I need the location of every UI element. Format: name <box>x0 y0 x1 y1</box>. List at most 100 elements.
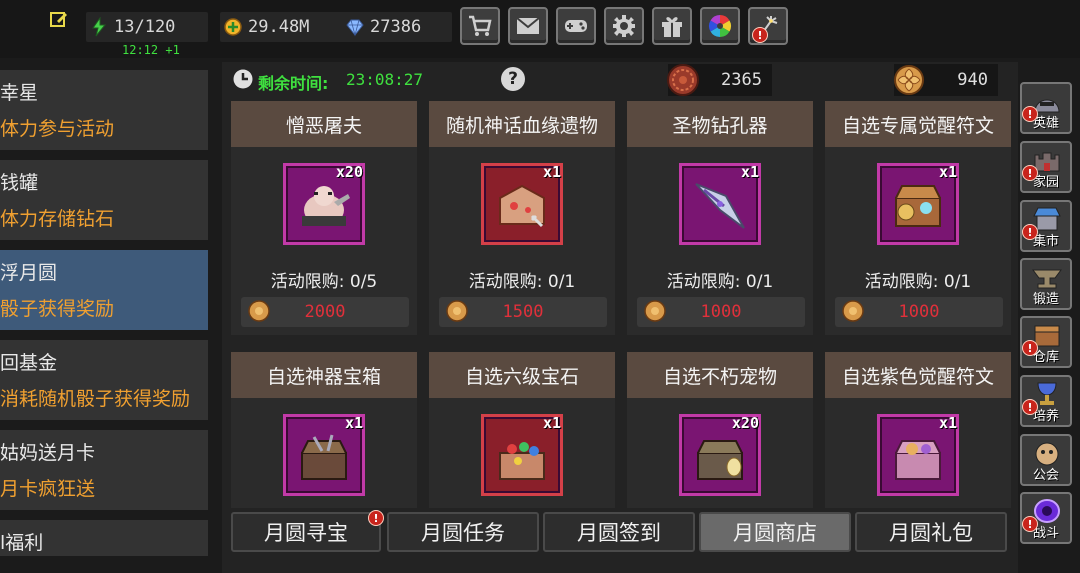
nav-market[interactable]: 集市 ! <box>1020 200 1072 252</box>
gem-value: 27386 <box>370 17 422 37</box>
nav-guild[interactable]: 公会 <box>1020 434 1072 486</box>
sidebar-item-desc: 体力参与活动 <box>0 118 115 140</box>
shop-item-card[interactable]: 随机神话血缘遗物 x1 活动限购: 0/1 1500 <box>429 101 615 335</box>
nav-alert-badge: ! <box>1022 516 1038 532</box>
item-frame[interactable]: x1 <box>877 414 959 496</box>
gold-coin-icon <box>224 18 242 36</box>
settings-button[interactable] <box>604 7 644 45</box>
shop-item-card[interactable]: 自选不朽宠物 x20 <box>627 352 813 508</box>
sidebar-item-title: l福利 <box>0 532 44 554</box>
purchase-limit: 活动限购: 0/1 <box>864 272 972 292</box>
item-name: 自选紫色觉醒符文 <box>825 352 1011 398</box>
tab-moon-shop[interactable]: 月圆商店 <box>699 512 851 552</box>
flower-coin-icon <box>446 300 468 322</box>
item-price: 2000 <box>304 302 346 322</box>
item-quantity: x20 <box>731 414 759 432</box>
item-name: 憎恶屠夫 <box>231 101 417 147</box>
settings-gear-icon <box>613 15 635 37</box>
item-name: 随机神话血缘遗物 <box>429 101 615 147</box>
flower-coin-icon <box>644 300 666 322</box>
tab-moon-gift[interactable]: 月圆礼包 <box>855 512 1007 552</box>
item-name: 圣物钻孔器 <box>627 101 813 147</box>
nav-forge[interactable]: 锻造 <box>1020 258 1072 310</box>
buy-button[interactable]: 2000 <box>241 297 409 327</box>
nav-training[interactable]: 培养 ! <box>1020 375 1072 427</box>
item-name: 自选六级宝石 <box>429 352 615 398</box>
color-wheel-icon <box>709 15 731 37</box>
item-frame[interactable]: x1 <box>877 163 959 245</box>
item-frame[interactable]: x1 <box>481 163 563 245</box>
item-quantity: x1 <box>938 414 957 432</box>
item-quantity: x1 <box>740 163 759 181</box>
rune-chest-icon <box>895 185 941 227</box>
purchase-limit: 活动限购: 0/5 <box>270 272 378 292</box>
moon-coin-counter: 2365 <box>667 64 772 96</box>
tab-moon-tasks[interactable]: 月圆任务 <box>387 512 539 552</box>
item-frame[interactable]: x1 <box>481 414 563 496</box>
firework-button[interactable]: ! <box>748 7 788 45</box>
nav-hero[interactable]: 英雄 ! <box>1020 82 1072 134</box>
item-frame[interactable]: x1 <box>283 414 365 496</box>
mail-button[interactable] <box>508 7 548 45</box>
time-remaining-label: 剩余时间: <box>258 74 329 93</box>
nav-label: 公会 <box>1032 468 1059 483</box>
help-button[interactable]: ? <box>501 67 525 91</box>
item-frame[interactable]: x20 <box>283 163 365 245</box>
purchase-limit: 活动限购: 0/1 <box>468 272 576 292</box>
item-name: 自选不朽宠物 <box>627 352 813 398</box>
sidebar-item-desc: 骰子获得奖励 <box>0 298 115 320</box>
gift-button[interactable] <box>652 7 692 45</box>
nav-home[interactable]: 家园 ! <box>1020 141 1072 193</box>
buy-button[interactable]: 1500 <box>439 297 607 327</box>
item-quantity: x1 <box>344 414 363 432</box>
shop-item-card[interactable]: 自选六级宝石 x1 <box>429 352 615 508</box>
color-wheel-button[interactable] <box>700 7 740 45</box>
sidebar-item-title: 钱罐 <box>0 172 39 194</box>
flower-coin-icon <box>842 300 864 322</box>
sidebar-item-monthly-card[interactable]: 姑妈送月卡 月卡疯狂送 <box>0 430 208 510</box>
relic-chest-icon <box>499 184 545 228</box>
flower-coin-icon <box>894 65 924 95</box>
shop-item-card[interactable]: 自选神器宝箱 x1 <box>231 352 417 508</box>
nav-battle[interactable]: 战斗 ! <box>1020 492 1072 544</box>
shop-cart-button[interactable] <box>460 7 500 45</box>
item-quantity: x1 <box>938 163 957 181</box>
sidebar-item-fund[interactable]: 回基金 消耗随机骰子获得奖励 <box>0 340 208 420</box>
sidebar-item-full-moon[interactable]: 浮月圆 骰子获得奖励 <box>0 250 208 330</box>
buy-button[interactable]: 1000 <box>835 297 1003 327</box>
item-price: 1000 <box>700 302 742 322</box>
tab-moon-treasure[interactable]: 月圆寻宝 <box>231 512 381 552</box>
sidebar-item-star[interactable]: 幸星 体力参与活动 <box>0 70 208 150</box>
guild-owl-icon <box>1035 442 1059 466</box>
shop-item-card[interactable]: 自选专属觉醒符文 x1 活动限购: 0/1 1000 <box>825 101 1011 335</box>
moon-coin-value: 2365 <box>721 70 762 90</box>
sidebar-item-desc: 消耗随机骰子获得奖励 <box>0 388 191 410</box>
sidebar-item-welfare[interactable]: l福利 <box>0 520 208 556</box>
nav-alert-badge: ! <box>1022 165 1038 181</box>
mail-icon <box>516 17 540 34</box>
sidebar-item-money-jar[interactable]: 钱罐 体力存储钻石 <box>0 160 208 240</box>
item-frame[interactable]: x20 <box>679 414 761 496</box>
shop-item-card[interactable]: 圣物钻孔器 x1 活动限购: 0/1 1000 <box>627 101 813 335</box>
tab-moon-signin[interactable]: 月圆签到 <box>543 512 695 552</box>
nav-warehouse[interactable]: 仓库 ! <box>1020 316 1072 368</box>
gamepad-icon <box>565 20 587 32</box>
sidebar-item-title: 幸星 <box>0 82 39 104</box>
gamepad-button[interactable] <box>556 7 596 45</box>
anvil-icon <box>1032 269 1062 289</box>
drill-icon <box>695 183 745 229</box>
rune-coin-value: 940 <box>957 70 988 90</box>
sidebar-item-desc: 月卡疯狂送 <box>0 478 96 500</box>
sidebar-item-title: 回基金 <box>0 352 58 374</box>
nav-label: 锻造 <box>1032 292 1059 307</box>
item-frame[interactable]: x1 <box>679 163 761 245</box>
gold-counter: 29.48M <box>220 12 358 42</box>
item-price: 1500 <box>502 302 544 322</box>
shop-item-card[interactable]: 自选紫色觉醒符文 x1 <box>825 352 1011 508</box>
shop-item-card[interactable]: 憎恶屠夫 x20 活动限购: 0/5 2000 <box>231 101 417 335</box>
item-quantity: x1 <box>542 414 561 432</box>
buy-button[interactable]: 1000 <box>637 297 805 327</box>
edit-icon[interactable] <box>50 10 68 28</box>
item-name: 自选神器宝箱 <box>231 352 417 398</box>
pet-chest-icon <box>697 440 743 480</box>
